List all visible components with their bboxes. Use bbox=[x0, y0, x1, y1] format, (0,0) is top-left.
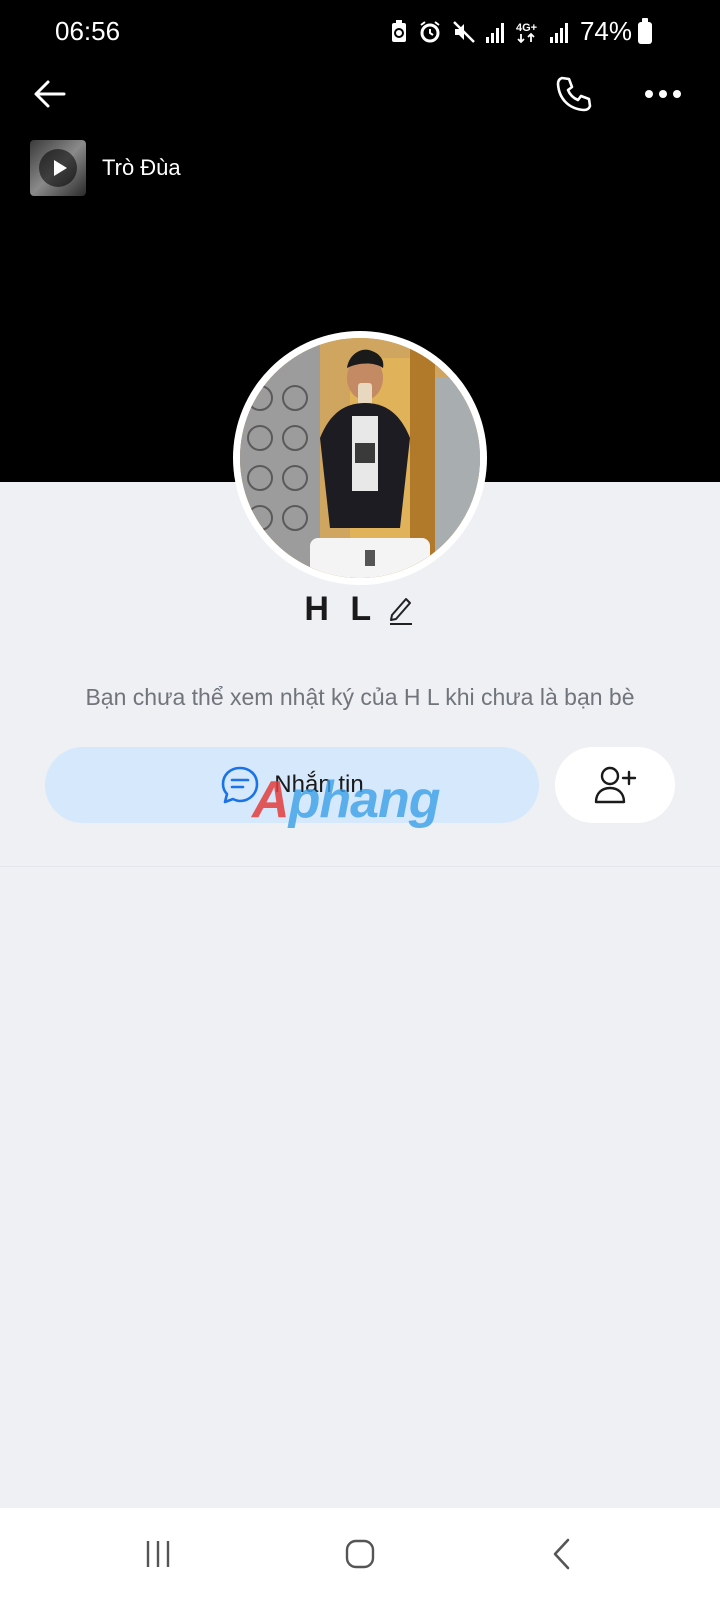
home-icon bbox=[345, 1539, 375, 1569]
status-bar: 06:56 4G+ 74% bbox=[0, 0, 720, 62]
battery-percent: 74% bbox=[579, 16, 632, 46]
avatar-image bbox=[240, 338, 480, 578]
music-title: Trò Đùa bbox=[102, 155, 181, 180]
more-horizontal-icon bbox=[645, 90, 681, 98]
signal-icon bbox=[550, 23, 568, 43]
nav-back-button[interactable] bbox=[512, 1508, 612, 1600]
status-icons: 4G+ bbox=[390, 20, 570, 44]
recent-apps-button[interactable] bbox=[108, 1508, 208, 1600]
more-button[interactable] bbox=[643, 80, 683, 113]
battery-icon bbox=[638, 18, 652, 44]
arrow-left-icon bbox=[34, 80, 66, 108]
back-icon bbox=[553, 1538, 570, 1570]
4g-plus-icon: 4G+ bbox=[516, 22, 537, 44]
phone-icon bbox=[556, 76, 592, 112]
back-button[interactable] bbox=[30, 74, 70, 119]
profile-music[interactable]: Trò Đùa bbox=[30, 140, 181, 196]
battery-saver-icon bbox=[392, 20, 406, 42]
message-button-label: Nhắn tin bbox=[274, 771, 364, 798]
profile-name: H L bbox=[304, 590, 378, 628]
chat-bubble-icon bbox=[221, 766, 259, 804]
message-button[interactable]: Nhắn tin bbox=[45, 747, 539, 823]
home-button[interactable] bbox=[310, 1508, 410, 1600]
pencil-icon[interactable] bbox=[386, 593, 416, 627]
privacy-notice: Bạn chưa thể xem nhật ký của H L khi chư… bbox=[85, 684, 635, 710]
mute-icon bbox=[453, 21, 475, 43]
avatar-photo bbox=[240, 338, 480, 578]
signal-icon bbox=[486, 23, 504, 43]
play-icon[interactable] bbox=[39, 149, 77, 187]
alarm-icon bbox=[420, 21, 440, 43]
avatar[interactable] bbox=[233, 331, 487, 585]
status-time: 06:56 bbox=[55, 16, 121, 46]
add-user-icon bbox=[594, 766, 637, 804]
system-navigation-bar bbox=[0, 1508, 720, 1600]
recent-apps-icon bbox=[146, 1541, 170, 1567]
profile-name-row: H L bbox=[0, 590, 720, 629]
section-divider bbox=[0, 866, 720, 867]
add-friend-button[interactable] bbox=[555, 747, 675, 823]
call-button[interactable] bbox=[554, 74, 594, 119]
music-thumbnail bbox=[30, 140, 86, 196]
svg-text:4G+: 4G+ bbox=[516, 22, 537, 34]
